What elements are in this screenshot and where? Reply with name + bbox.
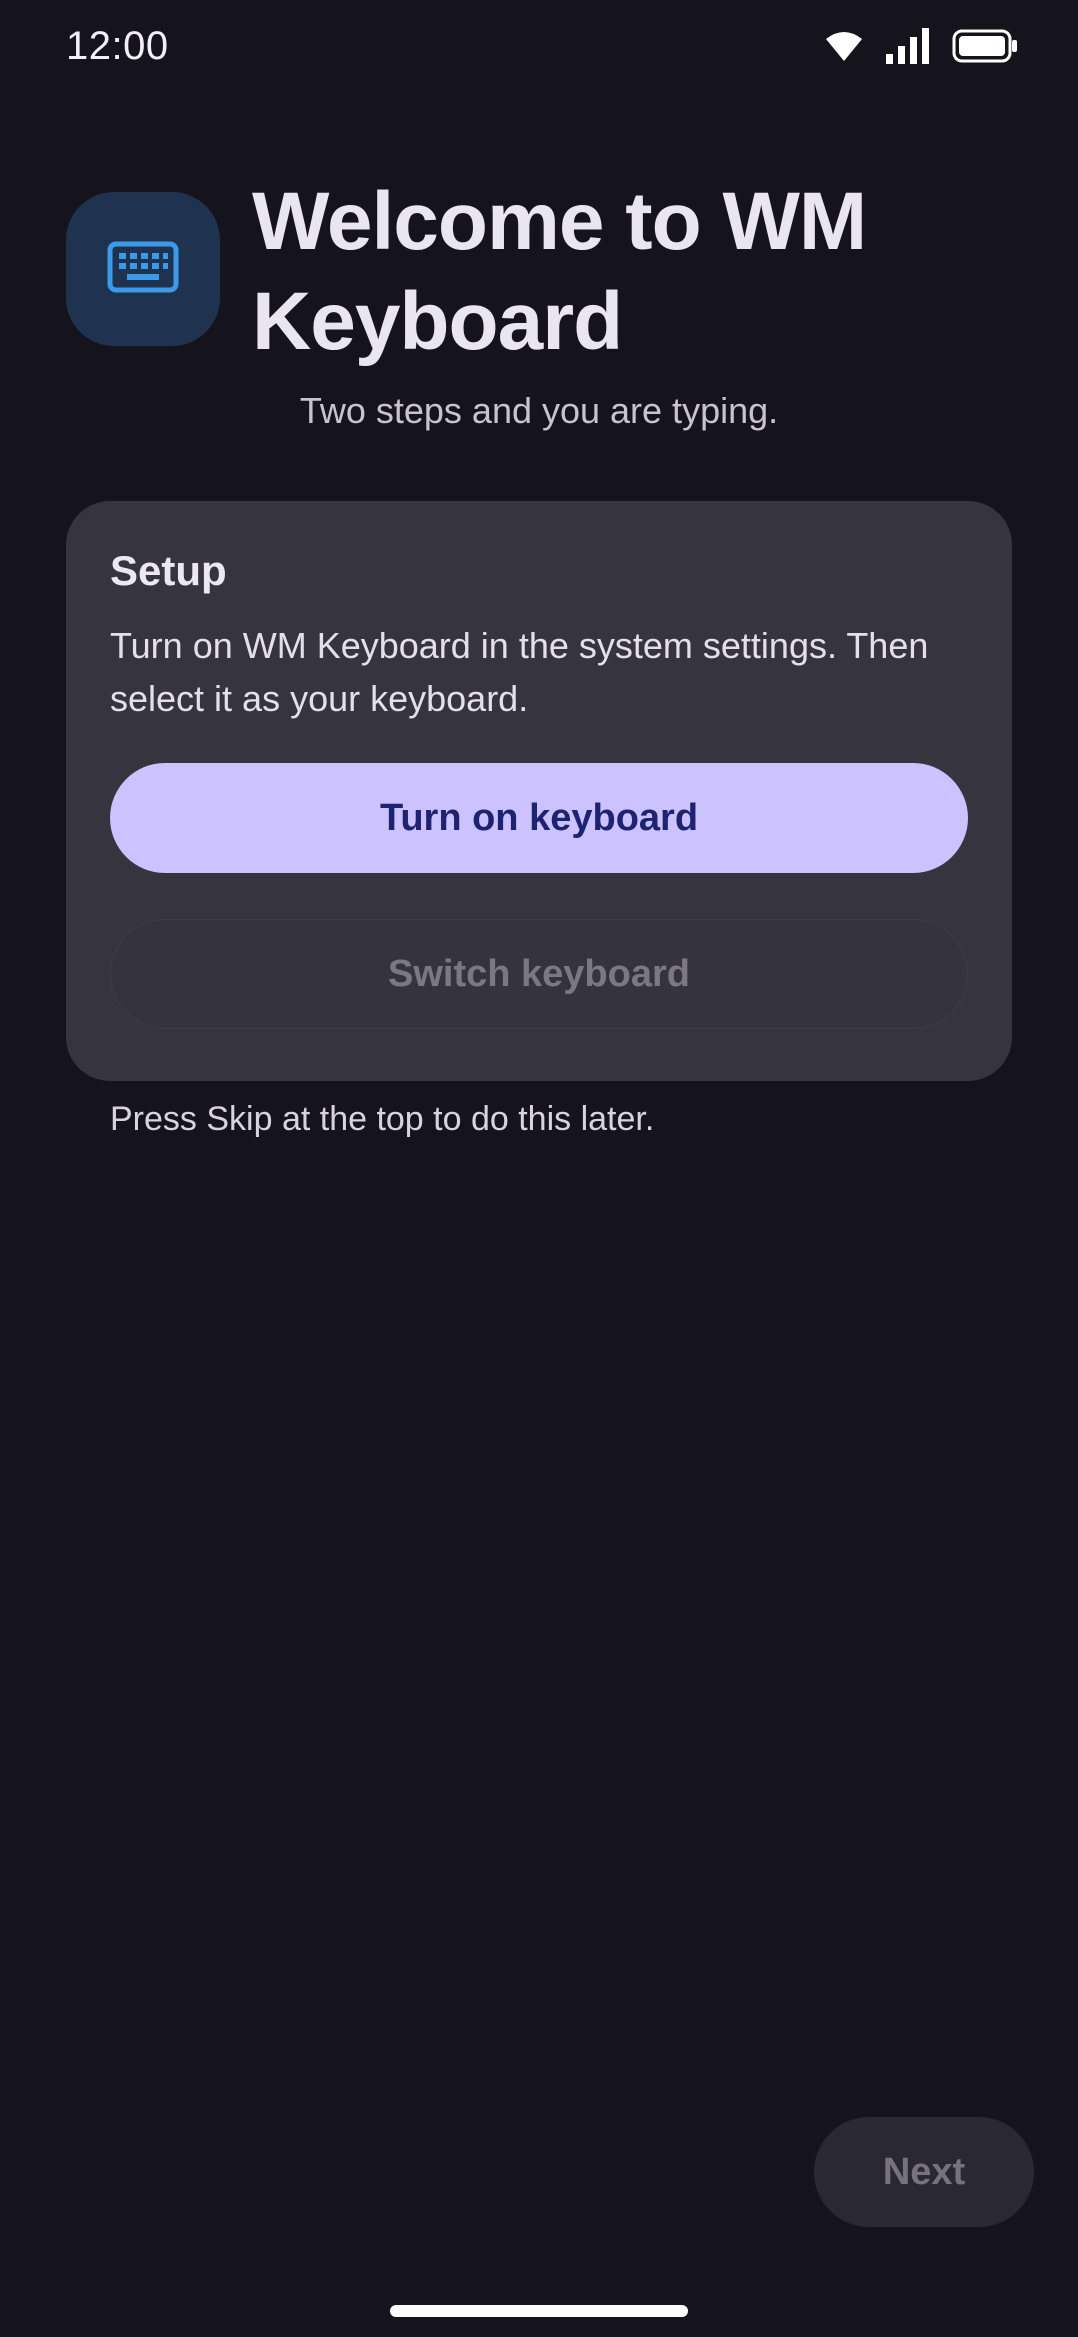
next-button: Next xyxy=(814,2117,1034,2227)
status-icons xyxy=(824,28,1018,64)
wifi-icon xyxy=(824,29,864,63)
turn-on-keyboard-button[interactable]: Turn on keyboard xyxy=(110,763,968,873)
keyboard-icon xyxy=(107,241,179,298)
setup-title: Setup xyxy=(110,547,227,594)
app-logo xyxy=(66,192,220,346)
setup-card: Setup Turn on WM Keyboard in the system … xyxy=(66,501,1012,1081)
switch-keyboard-button: Switch keyboard xyxy=(110,919,968,1029)
page-title: Welcome to WM Keyboard xyxy=(252,176,867,367)
signal-icon xyxy=(886,28,930,64)
home-indicator[interactable] xyxy=(390,2305,688,2317)
setup-description: Turn on WM Keyboard in the system settin… xyxy=(110,625,929,719)
page-subtitle: Two steps and you are typing. xyxy=(299,390,779,431)
status-time: 12:00 xyxy=(66,24,169,68)
status-bar: 12:00 xyxy=(0,0,1078,100)
skip-hint: Press Skip at the top to do this later. xyxy=(110,1100,655,1138)
battery-icon xyxy=(952,29,1018,63)
